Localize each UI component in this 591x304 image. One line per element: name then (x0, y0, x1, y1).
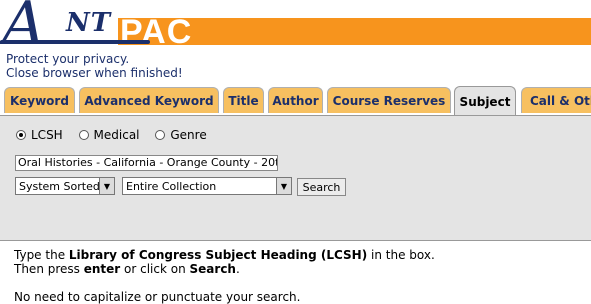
subject-search-panel: LCSH Medical Genre Oral Histories - Cali… (0, 115, 591, 241)
help-line-2: Then press enter or click on Search. (14, 262, 435, 276)
help-emphasis: enter (83, 262, 121, 276)
antpac-logo[interactable]: A NT PAC (0, 0, 591, 59)
tab-subject[interactable]: Subject (454, 86, 516, 116)
help-emphasis: Library of Congress Subject Heading (LCS… (68, 248, 368, 262)
radio-genre-indicator[interactable] (155, 130, 166, 140)
search-tabs: Keyword Advanced Keyword Title Author Co… (0, 86, 591, 116)
sort-select-value: System Sorted (19, 179, 99, 193)
tab-course-reserves[interactable]: Course Reserves (327, 87, 451, 113)
tab-keyword[interactable]: Keyword (4, 87, 75, 113)
sort-select[interactable]: System Sorted ▼ (15, 177, 115, 195)
help-emphasis: Search (189, 262, 236, 276)
logo-letters-nt: NT (66, 8, 112, 38)
tab-title[interactable]: Title (223, 87, 264, 113)
radio-genre[interactable]: Genre (155, 128, 207, 142)
help-text: . (235, 262, 240, 276)
tab-call-number[interactable]: Call & Oth (521, 87, 591, 113)
subject-search-input[interactable]: Oral Histories - California - Orange Cou… (15, 155, 278, 171)
help-text: Then press (14, 262, 84, 276)
radio-medical[interactable]: Medical (78, 128, 140, 142)
help-text: or click on (120, 262, 190, 276)
radio-genre-label: Genre (170, 128, 207, 142)
privacy-line-2: Close browser when finished! (6, 66, 183, 80)
radio-lcsh-indicator[interactable] (16, 130, 26, 140)
tab-author[interactable]: Author (268, 87, 323, 113)
radio-lcsh[interactable]: LCSH (16, 128, 63, 142)
privacy-line-1: Protect your privacy. (6, 52, 130, 66)
help-line-3: No need to capitalize or punctuate your … (14, 290, 301, 304)
radio-medical-label: Medical (93, 128, 140, 142)
help-text: Type the (14, 248, 69, 262)
radio-medical-indicator[interactable] (78, 130, 89, 140)
search-help-text: Type the Library of Congress Subject Hea… (14, 248, 435, 304)
help-spacer (14, 276, 435, 290)
tab-advanced-keyword[interactable]: Advanced Keyword (79, 87, 219, 113)
heading-type-radios: LCSH Medical Genre (16, 128, 219, 143)
privacy-notice: Protect your privacy. Close browser when… (6, 52, 183, 80)
logo-swoosh (0, 40, 150, 44)
help-line-1: Type the Library of Congress Subject Hea… (14, 248, 435, 262)
chevron-down-icon[interactable]: ▼ (276, 178, 291, 194)
help-text: in the box. (367, 248, 435, 262)
scope-select[interactable]: Entire Collection ▼ (122, 177, 292, 195)
radio-lcsh-label: LCSH (31, 128, 63, 142)
search-button[interactable]: Search (297, 178, 346, 196)
scope-select-value: Entire Collection (126, 179, 217, 193)
logo-letter-a: A (2, 0, 46, 59)
chevron-down-icon[interactable]: ▼ (99, 178, 114, 194)
